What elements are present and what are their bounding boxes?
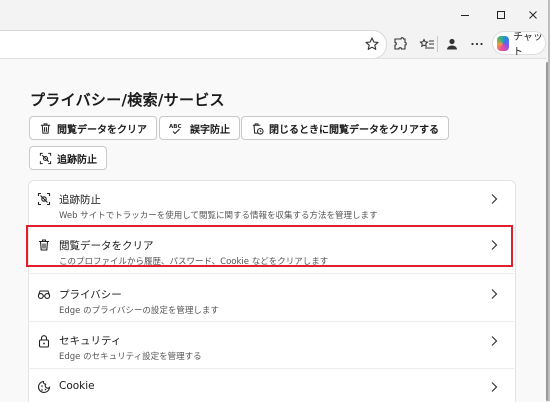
more-options-icon[interactable] <box>466 33 488 55</box>
svg-text:ABC: ABC <box>169 124 182 130</box>
row-title: プライバシー <box>59 289 122 301</box>
chip-label: 閲覧データをクリア <box>57 124 147 136</box>
chip-label: 追跡防止 <box>57 154 97 166</box>
address-bar[interactable] <box>0 30 387 59</box>
row-title: 追跡防止 <box>59 194 101 206</box>
chip-label: 誤字防止 <box>190 124 230 136</box>
row-title: Cookie <box>59 380 95 392</box>
favorites-collections-icon[interactable] <box>416 33 438 55</box>
row-description: Web サイトでトラッカーを使用して閲覧に関する情報を収集する方法を管理します <box>59 211 378 221</box>
page-title: プライバシー/検索/サービス <box>30 91 225 109</box>
row-title: セキュリティ <box>59 335 122 347</box>
chevron-right-icon <box>491 382 498 392</box>
copilot-icon <box>497 35 510 51</box>
profile-icon[interactable] <box>441 33 463 55</box>
chevron-right-icon <box>491 194 498 204</box>
chat-button-label: チャット <box>513 32 543 58</box>
minimize-icon <box>461 15 469 16</box>
chip-label: 閉じるときに閲覧データをクリアする <box>269 124 439 136</box>
chevron-right-icon <box>491 289 498 299</box>
glasses-icon <box>37 287 51 301</box>
settings-row-security[interactable]: セキュリティ Edge のセキュリティ設定を管理する <box>28 322 514 368</box>
cookie-icon <box>37 380 51 394</box>
row-description: Edge のセキュリティ設定を管理する <box>59 352 202 362</box>
settings-row-clear-browsing-data[interactable]: 閲覧データをクリア このプロファイルから履歴、パスワード、Cookie などをク… <box>28 226 514 268</box>
lock-icon <box>37 334 51 348</box>
chevron-right-icon <box>491 240 498 250</box>
spellcheck-icon: ABC <box>169 124 182 134</box>
chevron-right-icon <box>491 336 498 346</box>
close-window-button[interactable] <box>516 0 550 30</box>
clear-on-close-icon <box>252 122 264 135</box>
favorite-star-icon[interactable] <box>361 33 383 55</box>
tracking-prevention-icon <box>39 152 52 164</box>
settings-row-cookie[interactable]: Cookie <box>28 369 514 401</box>
clear-on-close-chip[interactable]: 閉じるときに閲覧データをクリアする <box>241 116 449 140</box>
row-description: このプロファイルから履歴、パスワード、Cookie などをクリアします <box>59 257 329 267</box>
extensions-icon[interactable] <box>389 33 411 55</box>
row-title: 閲覧データをクリア <box>59 240 154 252</box>
trash-icon <box>40 122 51 134</box>
minimize-button[interactable] <box>448 0 482 30</box>
close-icon <box>529 11 537 19</box>
clear-browsing-data-chip[interactable]: 閲覧データをクリア <box>29 116 157 140</box>
settings-row-tracking-prevention[interactable]: 追跡防止 Web サイトでトラッカーを使用して閲覧に関する情報を収集する方法を管… <box>28 180 514 225</box>
trash-icon <box>37 238 51 252</box>
maximize-button[interactable] <box>484 0 518 30</box>
maximize-icon <box>497 11 505 19</box>
settings-row-privacy[interactable]: プライバシー Edge のプライバシーの設定を管理します <box>28 274 514 321</box>
tracking-prevention-chip[interactable]: 追跡防止 <box>29 146 107 170</box>
copilot-chat-button[interactable]: チャット <box>492 31 546 58</box>
row-description: Edge のプライバシーの設定を管理します <box>59 306 219 316</box>
spellcheck-chip[interactable]: ABC 誤字防止 <box>159 116 240 140</box>
tracking-prevention-icon <box>37 192 51 206</box>
